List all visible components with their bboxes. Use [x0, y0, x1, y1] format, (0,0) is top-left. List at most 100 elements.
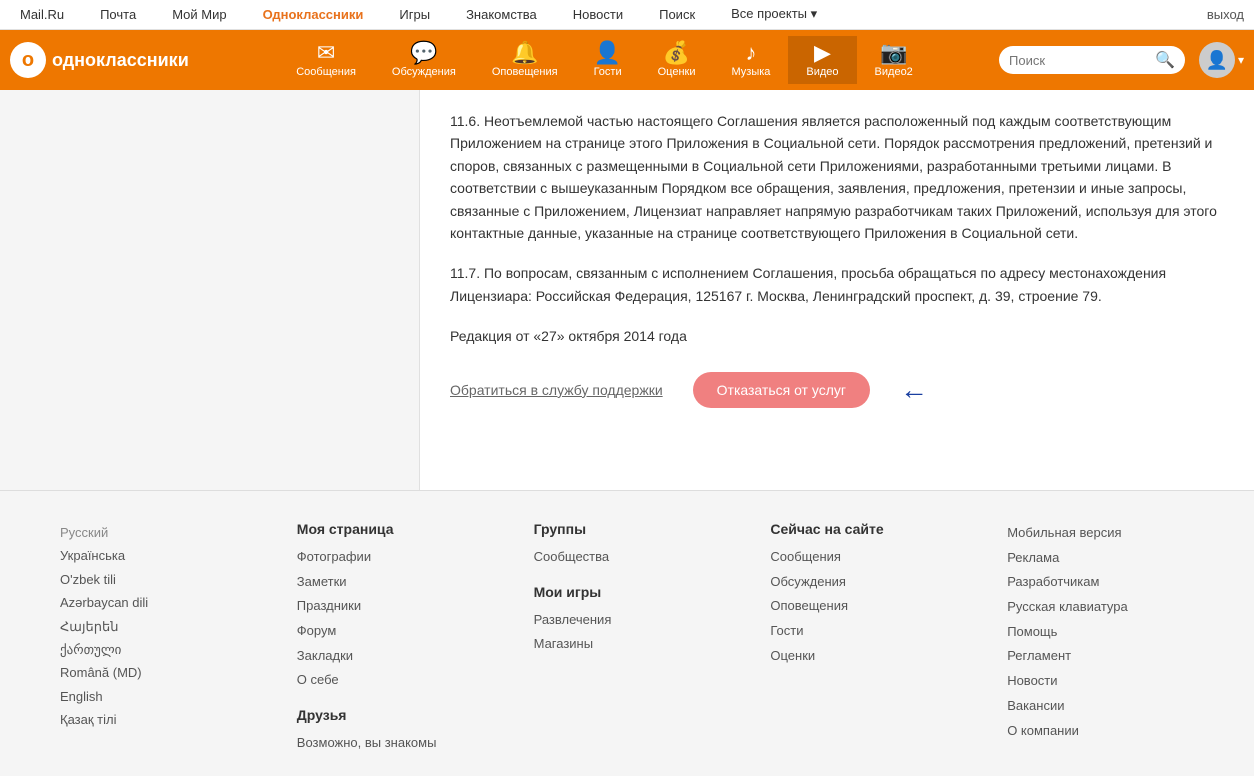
footer-groups-title: Группы — [534, 521, 751, 537]
nav-ratings-label: Оценки — [658, 66, 696, 78]
nav-music[interactable]: ♪ Музыка — [713, 36, 788, 84]
text-block-11-6: 11.6. Неотъемлемой частью настоящего Сог… — [450, 110, 1224, 244]
footer-regulations[interactable]: Регламент — [1007, 644, 1224, 669]
nav-camera-label: Видео2 — [875, 66, 913, 78]
footer-friends-title: Друзья — [297, 707, 514, 723]
footer-languages: Русский Українська O'zbek tili Azərbayca… — [20, 521, 287, 756]
video-play-icon: ▶ — [814, 42, 831, 64]
footer-news[interactable]: Новости — [1007, 669, 1224, 694]
footer-now-title: Сейчас на сайте — [770, 521, 987, 537]
footer-now-messages[interactable]: Сообщения — [770, 545, 987, 570]
main-header: о одноклассники ✉ Сообщения 💬 Обсуждения… — [0, 30, 1254, 90]
discussions-icon: 💬 — [410, 42, 437, 64]
topnav-vse-proekty[interactable]: Все проекты ▾ — [721, 0, 827, 30]
footer-vacancies[interactable]: Вакансии — [1007, 694, 1224, 719]
notifications-icon: 🔔 — [511, 42, 538, 64]
ratings-icon: 💰 — [663, 42, 690, 64]
lang-georgian[interactable]: ქართული — [60, 638, 277, 661]
action-row: Обратиться в службу поддержки Отказаться… — [450, 368, 1224, 413]
paragraph-11-7: 11.7. По вопросам, связанным с исполнени… — [450, 262, 1224, 307]
footer-bookmarks[interactable]: Закладки — [297, 644, 514, 669]
nav-video[interactable]: ▶ Видео — [788, 36, 856, 84]
main-content: 11.6. Неотъемлемой частью настоящего Сог… — [420, 90, 1254, 490]
footer-mobile[interactable]: Мобильная версия — [1007, 521, 1224, 546]
lang-russian[interactable]: Русский — [60, 521, 277, 544]
footer-now-ratings[interactable]: Оценки — [770, 644, 987, 669]
topnav-novosti[interactable]: Новости — [563, 0, 633, 30]
nav-music-label: Музыка — [731, 66, 770, 78]
content-wrapper: 11.6. Неотъемлемой частью настоящего Сог… — [0, 90, 1254, 490]
footer-developers[interactable]: Разработчикам — [1007, 570, 1224, 595]
lang-kazakh[interactable]: Қазақ тілі — [60, 708, 277, 731]
text-block-edition: Редакция от «27» октября 2014 года — [450, 325, 1224, 347]
footer-holidays[interactable]: Праздники — [297, 594, 514, 619]
chevron-down-icon: ▾ — [1238, 53, 1244, 67]
footer-misc: Мобильная версия Реклама Разработчикам Р… — [997, 521, 1234, 756]
support-link[interactable]: Обратиться в службу поддержки — [450, 379, 663, 401]
footer: Русский Українська O'zbek tili Azərbayca… — [0, 490, 1254, 776]
topnav-mailru[interactable]: Mail.Ru — [10, 0, 74, 30]
footer-now-discussions[interactable]: Обсуждения — [770, 570, 987, 595]
footer-help[interactable]: Помощь — [1007, 620, 1224, 645]
nav-notifications[interactable]: 🔔 Оповещения — [474, 36, 576, 84]
footer-ads[interactable]: Реклама — [1007, 546, 1224, 571]
lang-english[interactable]: English — [60, 685, 277, 708]
footer-my-page-title: Моя страница — [297, 521, 514, 537]
logout-link[interactable]: выход — [1207, 7, 1244, 22]
left-arrow-icon: ← — [900, 368, 928, 413]
text-block-11-7: 11.7. По вопросам, связанным с исполнени… — [450, 262, 1224, 307]
nav-guests[interactable]: 👤 Гости — [576, 36, 640, 84]
paragraph-11-6: 11.6. Неотъемлемой частью настоящего Сог… — [450, 110, 1224, 244]
logo-icon: о — [10, 42, 46, 78]
footer-now-guests[interactable]: Гости — [770, 619, 987, 644]
footer-maybe-know[interactable]: Возможно, вы знакомы — [297, 731, 514, 756]
search-area: 🔍 — [999, 46, 1185, 74]
lang-armenian[interactable]: Հայերեն — [60, 615, 277, 638]
nav-guests-label: Гости — [594, 66, 622, 78]
top-navigation: Mail.Ru Почта Мой Мир Одноклассники Игры… — [0, 0, 1254, 30]
nav-camera[interactable]: 📷 Видео2 — [857, 36, 931, 84]
header-nav: ✉ Сообщения 💬 Обсуждения 🔔 Оповещения 👤 … — [210, 36, 999, 84]
cancel-services-button[interactable]: Отказаться от услуг — [693, 372, 870, 408]
nav-messages-label: Сообщения — [296, 66, 356, 78]
nav-discussions-label: Обсуждения — [392, 66, 456, 78]
nav-messages[interactable]: ✉ Сообщения — [278, 36, 374, 84]
search-input[interactable] — [1009, 53, 1149, 68]
user-avatar-area[interactable]: 👤 ▾ — [1199, 42, 1244, 78]
camera-icon: 📷 — [880, 42, 907, 64]
arrow-indicator: ← — [900, 368, 928, 413]
logo-text: одноклассники — [52, 50, 189, 71]
guests-icon: 👤 — [594, 42, 621, 64]
footer-now-on-site: Сейчас на сайте Сообщения Обсуждения Опо… — [760, 521, 997, 756]
search-icon[interactable]: 🔍 — [1155, 50, 1175, 70]
footer-photos[interactable]: Фотографии — [297, 545, 514, 570]
footer-entertainment[interactable]: Развлечения — [534, 608, 751, 633]
footer-about[interactable]: О себе — [297, 668, 514, 693]
lang-ukrainian[interactable]: Українська — [60, 544, 277, 567]
left-panel — [0, 90, 420, 490]
lang-romanian[interactable]: Română (MD) — [60, 661, 277, 684]
topnav-znakomstva[interactable]: Знакомства — [456, 0, 547, 30]
lang-azerbaijani[interactable]: Azərbaycan dili — [60, 591, 277, 614]
topnav-moy-mir[interactable]: Мой Мир — [162, 0, 236, 30]
nav-discussions[interactable]: 💬 Обсуждения — [374, 36, 474, 84]
edition-text: Редакция от «27» октября 2014 года — [450, 325, 1224, 347]
topnav-odnoklassniki[interactable]: Одноклассники — [253, 0, 374, 30]
topnav-pochta[interactable]: Почта — [90, 0, 146, 30]
nav-ratings[interactable]: 💰 Оценки — [640, 36, 714, 84]
music-icon: ♪ — [745, 42, 756, 64]
footer-my-page: Моя страница Фотографии Заметки Праздник… — [287, 521, 524, 756]
footer-communities[interactable]: Сообщества — [534, 545, 751, 570]
topnav-poisk[interactable]: Поиск — [649, 0, 705, 30]
footer-now-notifications[interactable]: Оповещения — [770, 594, 987, 619]
nav-notifications-label: Оповещения — [492, 66, 558, 78]
avatar: 👤 — [1199, 42, 1235, 78]
footer-shops[interactable]: Магазины — [534, 632, 751, 657]
footer-notes[interactable]: Заметки — [297, 570, 514, 595]
footer-forum[interactable]: Форум — [297, 619, 514, 644]
footer-about-company[interactable]: О компании — [1007, 719, 1224, 744]
lang-uzbek[interactable]: O'zbek tili — [60, 568, 277, 591]
logo[interactable]: о одноклассники — [10, 42, 210, 78]
footer-keyboard[interactable]: Русская клавиатура — [1007, 595, 1224, 620]
topnav-igry[interactable]: Игры — [389, 0, 440, 30]
